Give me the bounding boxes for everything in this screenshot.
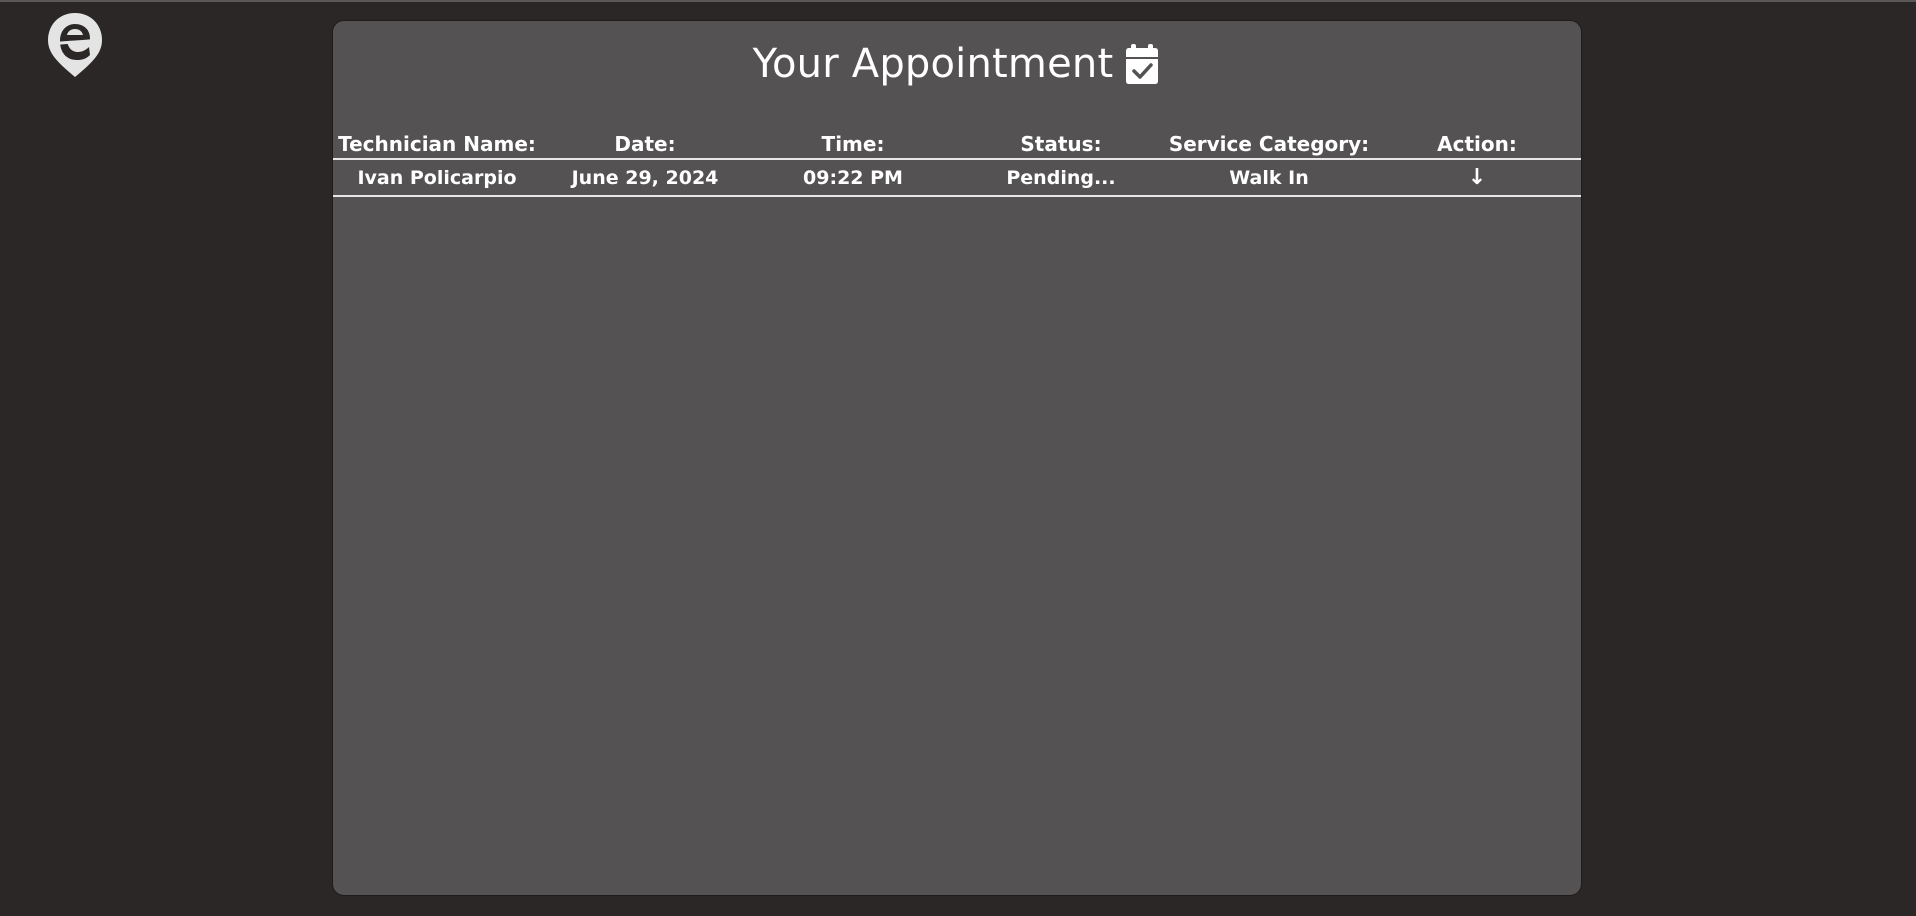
top-border xyxy=(0,0,1916,2)
title-row: Your Appointment xyxy=(333,43,1581,85)
cell-time: 09:22 PM xyxy=(803,166,903,189)
header-technician: Technician Name: xyxy=(338,131,536,156)
app-logo[interactable] xyxy=(44,10,106,80)
header-status: Status: xyxy=(1020,131,1102,156)
table-row: Ivan Policarpio June 29, 2024 09:22 PM P… xyxy=(333,160,1581,195)
header-date: Date: xyxy=(614,131,676,156)
header-service-category: Service Category: xyxy=(1168,131,1370,156)
page-title: Your Appointment xyxy=(752,41,1114,87)
cell-status: Pending... xyxy=(1006,166,1116,189)
header-action: Action: xyxy=(1437,131,1517,156)
appointments-table: Technician Name: Date: Time: Status: Ser… xyxy=(333,109,1581,197)
calendar-check-icon xyxy=(1126,44,1159,84)
appointment-panel: Your Appointment Technician Name: Date: … xyxy=(332,20,1582,896)
cell-service-category: Walk In xyxy=(1229,166,1309,189)
cell-technician: Ivan Policarpio xyxy=(357,166,517,189)
cell-date: June 29, 2024 xyxy=(571,166,719,189)
row-divider xyxy=(333,195,1581,197)
table-header: Technician Name: Date: Time: Status: Ser… xyxy=(333,109,1581,158)
header-time: Time: xyxy=(821,131,885,156)
arrow-down-icon[interactable]: ↓ xyxy=(1373,160,1581,195)
